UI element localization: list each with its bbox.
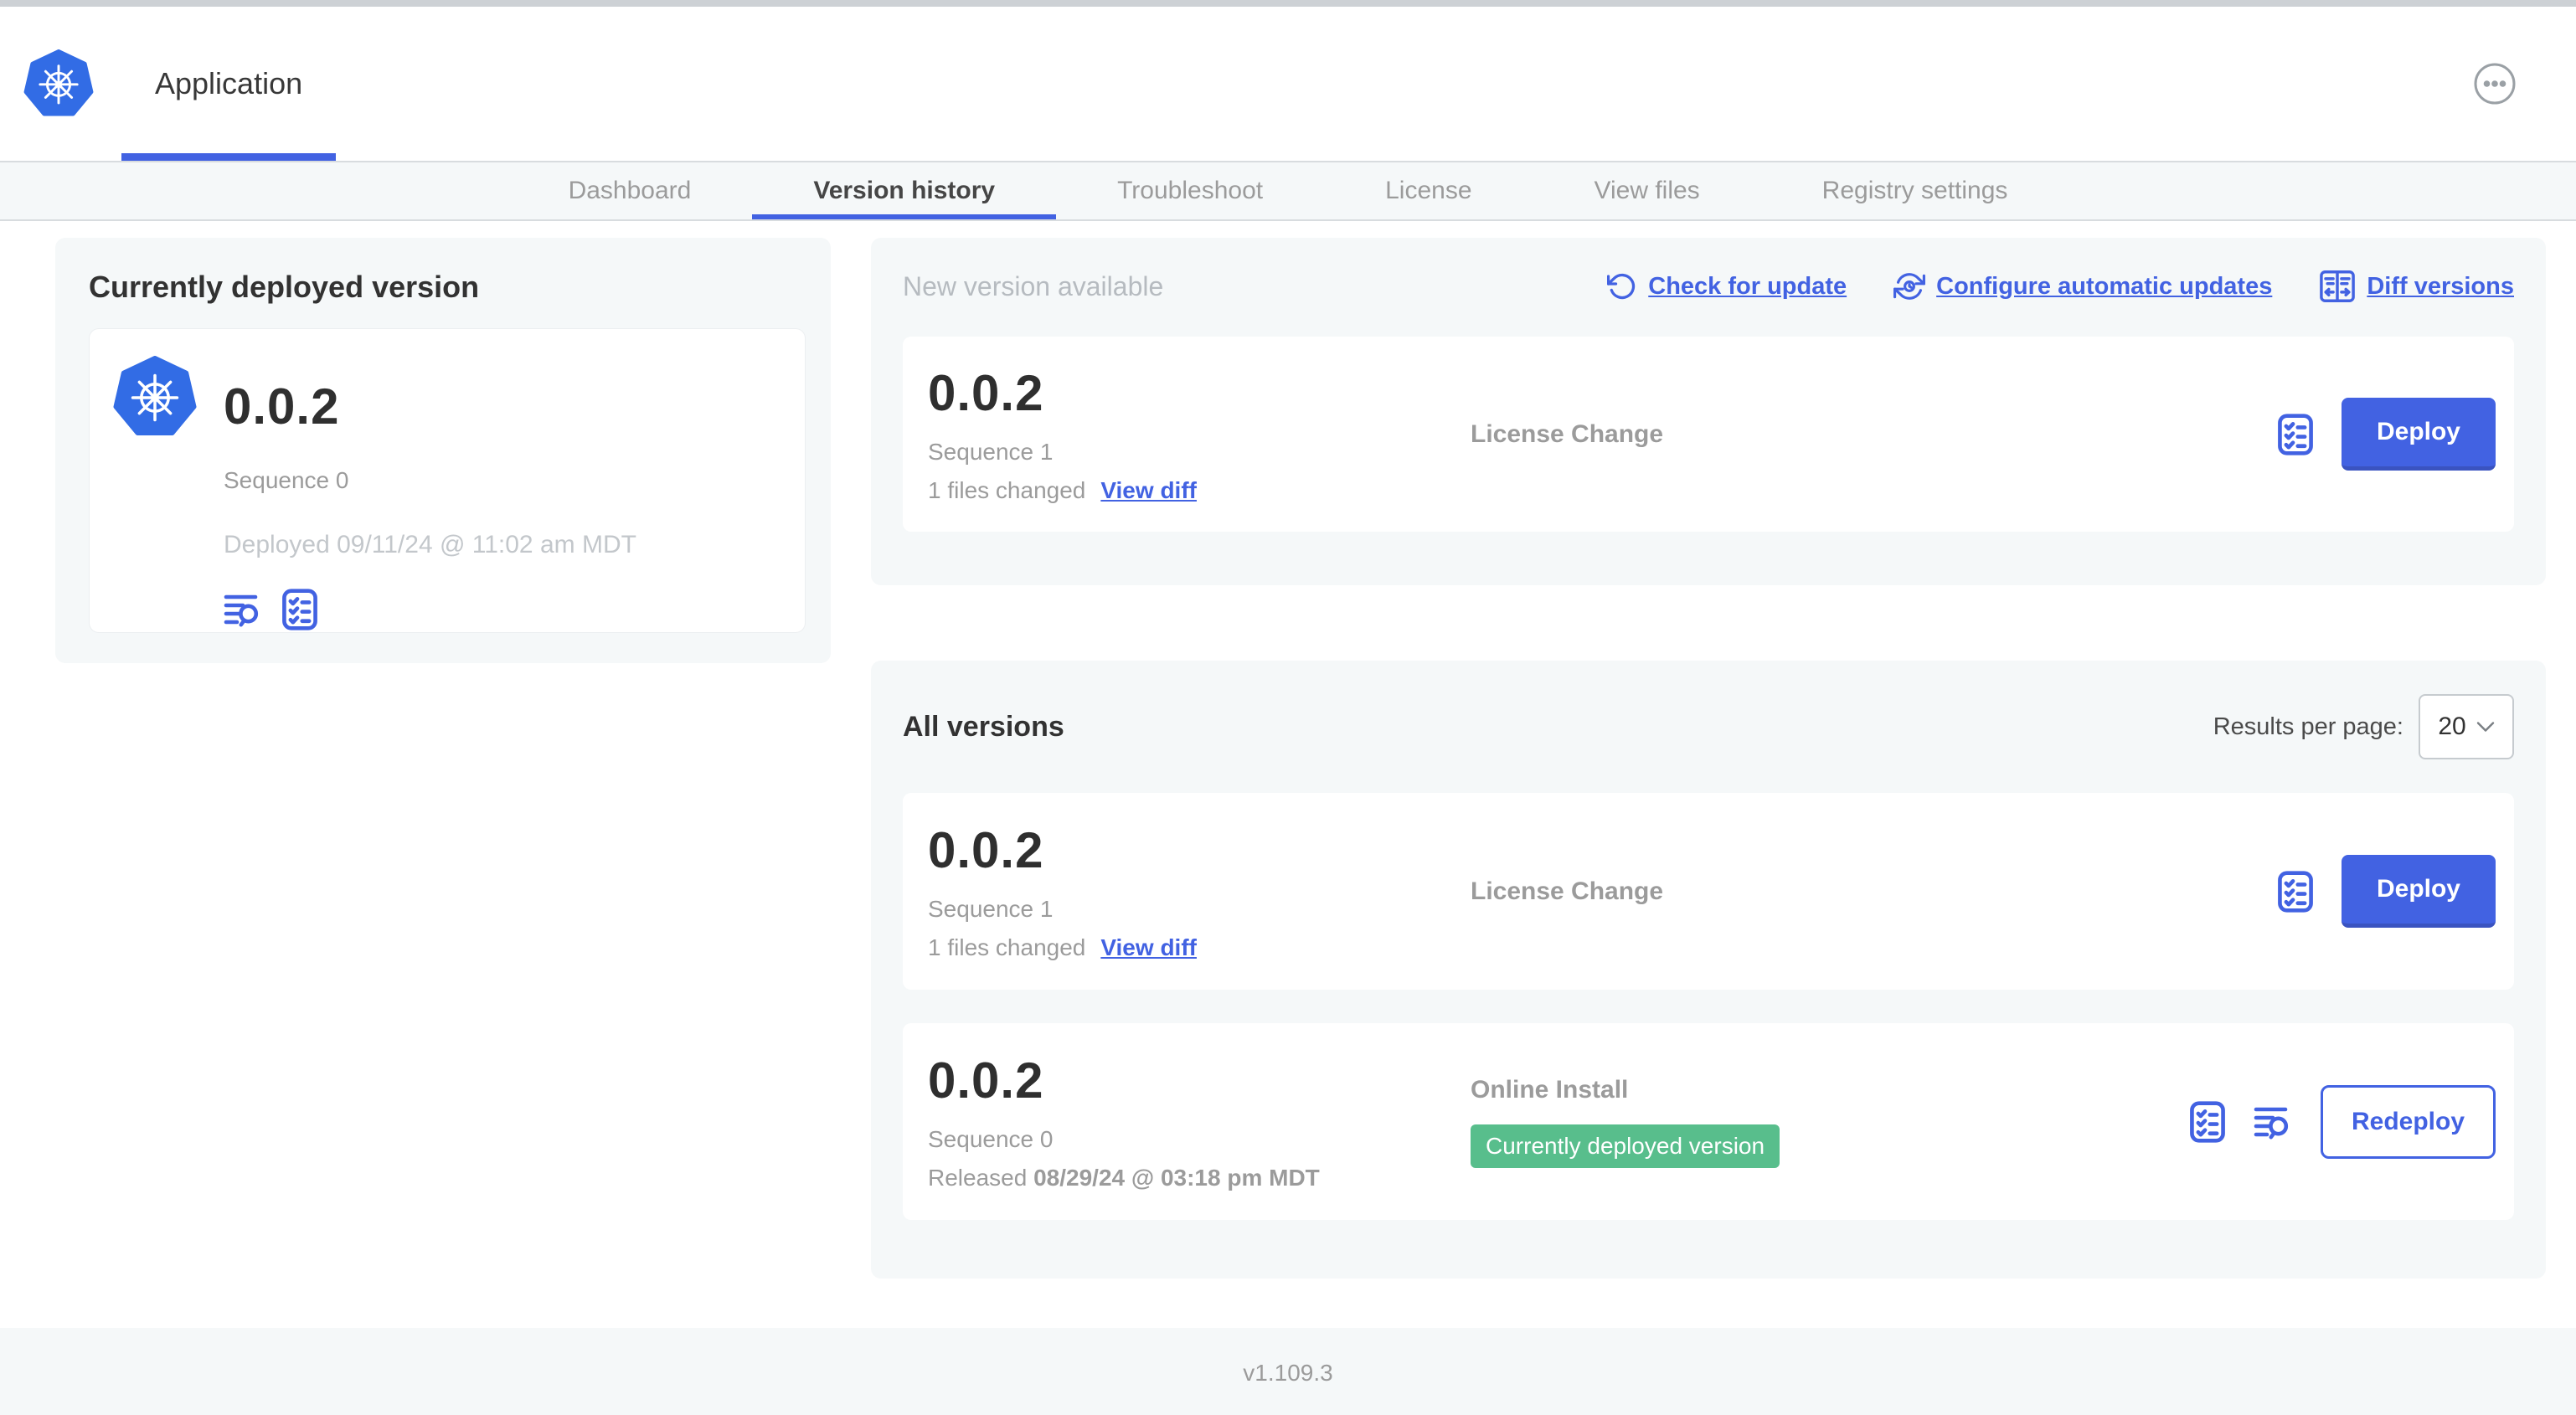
deploy-button[interactable]: Deploy [2341,855,2496,928]
app-tab-application[interactable]: Application [121,7,337,161]
all-versions-title: All versions [903,710,1064,743]
version-row: 0.0.2 Sequence 0 Released 08/29/24 @ 03:… [903,1023,2514,1220]
deployed-sequence: Sequence 0 [224,467,349,493]
chevron-down-icon [2476,721,2495,733]
tab-troubleshoot[interactable]: Troubleshoot [1056,162,1324,219]
deployed-version-number: 0.0.2 [224,378,340,435]
window-top-edge [0,0,2576,7]
version-sequence: Sequence 1 [928,896,1054,922]
preflight-checks-button[interactable] [2276,870,2315,913]
view-diff-link[interactable]: View diff [1100,477,1197,504]
kubernetes-icon [113,356,197,632]
redeploy-button[interactable]: Redeploy [2320,1084,2496,1159]
deploy-button[interactable]: Deploy [2341,398,2496,471]
version-number: 0.0.2 [928,822,1044,878]
preflight-checks-button[interactable] [2188,1100,2227,1144]
auto-update-clock-icon [1893,270,1926,302]
checklist-icon [2276,413,2315,456]
results-per-page-select[interactable]: 20 [2419,694,2514,759]
overflow-menu-button[interactable] [2472,61,2517,106]
currently-deployed-title: Currently deployed version [89,270,480,304]
all-versions-panel: All versions Results per page: 20 0.0.2 … [871,661,2546,1279]
tab-version-history[interactable]: Version history [752,162,1057,219]
new-version-panel: New version available Check for update C… [871,238,2546,585]
tab-registry-settings[interactable]: Registry settings [1761,162,2069,219]
files-changed-label: 1 files changed [928,477,1086,503]
app-logo [23,7,94,161]
refresh-icon [1607,271,1637,301]
view-diff-link[interactable]: View diff [1100,934,1197,961]
app-footer: v1.109.3 [0,1328,2576,1415]
diff-icon [2319,270,2356,303]
version-sequence: Sequence 1 [928,439,1054,465]
version-row: 0.0.2 Sequence 1 1 files changed View di… [903,793,2514,990]
released-timestamp: Released 08/29/24 @ 03:18 pm MDT [928,1165,1320,1191]
currently-deployed-panel: Currently deployed version 0.0.2 Sequenc… [55,238,831,663]
preflight-checks-button[interactable] [281,588,319,631]
preflight-checks-button[interactable] [2276,413,2315,456]
results-per-page-label: Results per page: [2213,713,2403,740]
main-content: Currently deployed version 0.0.2 Sequenc… [0,221,2576,1279]
version-source-label: License Change [1471,419,1664,448]
version-source-label: License Change [1471,877,1664,905]
tab-license[interactable]: License [1324,162,1533,219]
logs-icon [224,590,264,629]
checklist-icon [2276,870,2315,913]
configure-automatic-updates-link[interactable]: Configure automatic updates [1893,270,2272,302]
secondary-nav: Dashboard Version history Troubleshoot L… [0,161,2576,221]
ellipsis-icon [2472,61,2517,106]
deploy-logs-button[interactable] [2254,1103,2294,1141]
new-version-label: New version available [903,270,1164,301]
version-number: 0.0.2 [928,1052,1044,1109]
check-for-update-link[interactable]: Check for update [1607,271,1847,301]
console-version: v1.109.3 [1243,1359,1333,1386]
app-header: Application [0,7,2576,161]
checklist-icon [281,588,319,631]
tab-dashboard[interactable]: Dashboard [507,162,753,219]
logs-icon [2254,1103,2294,1141]
version-source-label: Online Install [1471,1075,1629,1104]
new-version-card: 0.0.2 Sequence 1 1 files changed View di… [903,337,2514,532]
checklist-icon [2188,1100,2227,1144]
currently-deployed-card: 0.0.2 Sequence 0 Deployed 09/11/24 @ 11:… [89,328,806,633]
version-sequence: Sequence 0 [928,1126,1054,1152]
currently-deployed-badge: Currently deployed version [1471,1124,1780,1168]
kubernetes-icon [23,49,94,118]
deploy-logs-button[interactable] [224,590,264,629]
version-number: 0.0.2 [928,365,1044,421]
deployed-timestamp: Deployed 09/11/24 @ 11:02 am MDT [224,531,636,558]
diff-versions-link[interactable]: Diff versions [2319,270,2514,303]
app-tab-label: Application [155,66,303,100]
tab-view-files[interactable]: View files [1533,162,1761,219]
files-changed-label: 1 files changed [928,934,1086,960]
